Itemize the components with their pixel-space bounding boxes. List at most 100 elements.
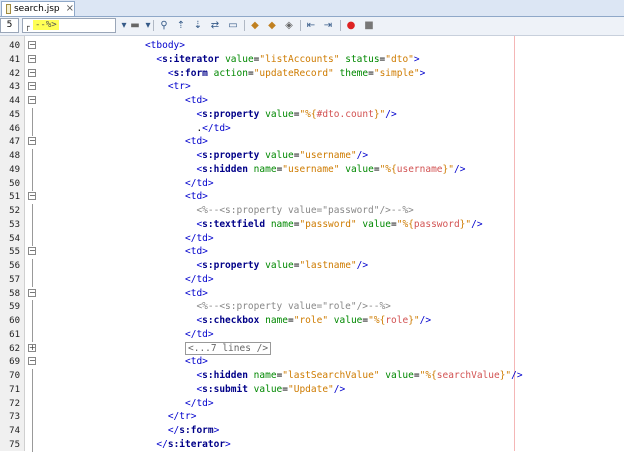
code-token: > [225,438,231,450]
code-line[interactable]: 43− <tr> [0,80,624,94]
code-token: /> [511,370,523,381]
code-line[interactable]: 57 </td> [0,272,624,287]
tab-search-jsp[interactable]: search.jsp × [1,1,75,16]
line-number: 52 [9,206,20,216]
fold-guide [32,149,33,163]
code-line[interactable]: 61 </td> [0,327,624,342]
code-line[interactable]: 55− <td> [0,245,624,259]
code-line[interactable]: 70 <s:hidden name="lastSearchValue" value… [0,369,624,383]
code-line[interactable]: 44− <td> [0,94,624,108]
bookmark-next-icon[interactable]: ◆ [265,19,279,32]
code-line[interactable]: 59 <%--<s:property value="role"/>--%> [0,300,624,315]
code-line[interactable]: 54 </td> [0,231,624,246]
code-line[interactable]: 58− <td> [0,287,624,301]
fold-collapse-icon[interactable]: − [28,82,36,91]
code-line[interactable]: 56 <s:property value="lastname"/> [0,259,624,273]
fold-collapse-icon[interactable]: − [28,54,36,63]
code-line[interactable]: 62 + <...7 lines /> [0,341,624,356]
code-text: <td> [185,355,208,369]
code-line[interactable]: 50 </td> [0,176,624,191]
code-token: s:checkbox [202,315,260,326]
fold-collapse-icon[interactable]: − [28,247,36,256]
line-number: 46 [9,123,20,134]
code-line[interactable]: 47− <td> [0,135,624,149]
code-token: value [265,260,294,271]
code-line[interactable]: 49 <s:hidden name="username" value="%{use… [0,162,624,177]
code-token: <td> [185,191,208,203]
code-token: }" [373,108,386,120]
line-number: 44 [9,96,20,106]
fold-expand-icon[interactable]: + [28,343,36,352]
code-line[interactable]: 52 <%--<s:property value="password"/>--%> [0,204,624,218]
fold-guide [32,300,33,315]
code-editor[interactable]: 40− <tbody> 41− <s:iterator value="listAcco… [0,36,624,452]
code-token: theme [339,67,369,79]
code-token: </td> [185,328,214,340]
code-token[interactable]: <...7 lines /> [185,341,272,355]
code-line[interactable]: 71 <s:submit value="Update"/> [0,382,624,397]
fold-collapse-icon[interactable]: − [28,192,36,201]
find-prev-icon[interactable]: ⇡ [174,19,188,32]
jsp-file-icon [6,4,11,14]
history-icon[interactable]: ▬ [128,19,142,32]
code-token: <%--<s:property value="password"/>--%> [196,205,414,216]
code-token: value [362,218,391,230]
code-token: s:property [202,260,260,271]
line-number: 50 [9,178,20,189]
find-icon[interactable]: ⚲ [157,19,171,32]
code-token: "simple" [373,67,420,79]
code-token: /> [419,315,432,326]
code-token: "listAccounts" [259,53,340,65]
stop-macro-icon[interactable]: ■ [362,19,376,32]
code-text: </td> [185,177,214,191]
record-macro-icon[interactable]: ● [344,19,358,32]
toggle-bookmark-icon[interactable]: ◈ [282,19,296,32]
code-token: s:submit [202,383,248,395]
find-next-icon[interactable]: ⇣ [191,19,205,32]
code-token: </td> [202,122,231,134]
code-line[interactable]: 48 <s:property value="username"/> [0,149,624,163]
code-token: </td> [185,232,214,244]
code-text: <td> [185,94,208,108]
fold-collapse-icon[interactable]: − [28,288,36,297]
code-token: "%{ [379,163,397,175]
code-line[interactable]: 60 <s:checkbox name="role" value="%{role}… [0,314,624,328]
code-line[interactable]: 53 <s:textfield name="password" value="%{… [0,217,624,232]
code-token: /> [333,383,346,395]
code-line[interactable]: 41− <s:iterator value="listAccounts" stat… [0,53,624,67]
code-line[interactable]: 74 </s:form> [0,424,624,438]
code-token: name [253,370,277,381]
search-combo[interactable]: ┌ --%> [22,18,116,33]
line-number: 74 [9,426,20,436]
bookmark-prev-icon[interactable]: ◆ [248,19,262,32]
code-line[interactable]: 45 <s:property value="%{#dto.count}"/> [0,107,624,122]
fold-collapse-icon[interactable]: − [28,96,36,104]
fold-guide [32,396,33,411]
tab-title: search.jsp [13,4,60,14]
code-text: <s:property value="%{#dto.count}"/> [196,108,396,122]
fold-guide [32,259,33,273]
code-line[interactable]: 72 </td> [0,396,624,411]
code-line[interactable]: 75 </s:iterator> [0,437,624,452]
code-text: </td> [185,232,214,246]
code-line[interactable]: 51− <td> [0,190,624,204]
shift-left-icon[interactable]: ⇤ [304,19,318,32]
code-line[interactable]: 40− <tbody> [0,39,624,53]
line-number-field[interactable]: 5 [0,18,19,33]
close-icon[interactable]: × [66,2,74,16]
fold-collapse-icon[interactable]: − [28,41,36,49]
code-line[interactable]: 42− <s:form action="updateRecord" theme="… [0,67,624,81]
code-line[interactable]: 73 </tr> [0,410,624,425]
code-token: value [385,370,414,381]
line-number: 73 [9,412,20,423]
fold-collapse-icon[interactable]: − [28,137,36,146]
fold-collapse-icon[interactable]: − [28,357,36,366]
code-line[interactable]: 69− <td> [0,355,624,369]
code-line[interactable]: 46 .</td> [0,121,624,136]
code-token: <tbody> [144,40,185,51]
shift-right-icon[interactable]: ⇥ [321,19,335,32]
toggle-highlight-icon[interactable]: ▭ [226,19,240,32]
replace-icon[interactable]: ⇄ [208,19,222,32]
code-token: </ [156,438,168,450]
fold-collapse-icon[interactable]: − [28,68,36,77]
